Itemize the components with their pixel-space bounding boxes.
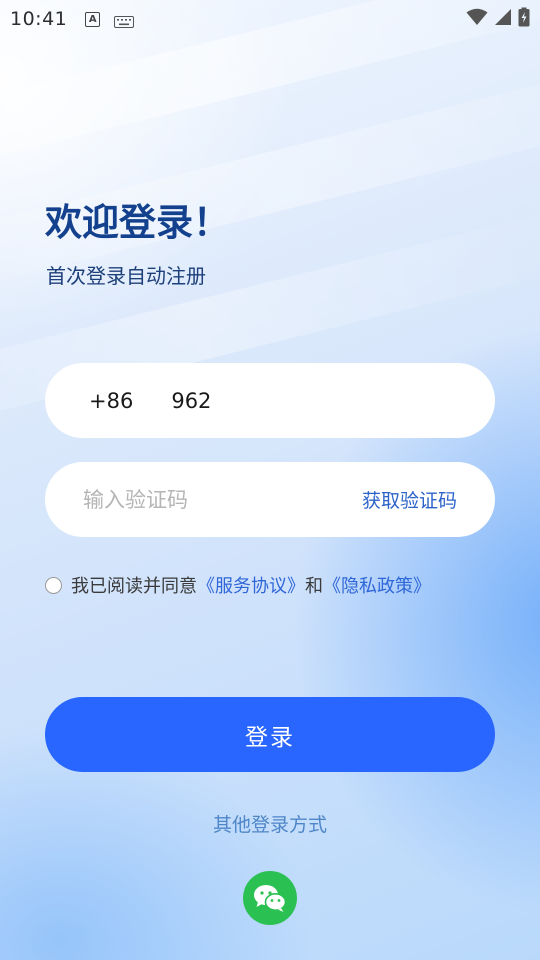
a-notification-icon: A — [85, 11, 101, 27]
wechat-login-button[interactable] — [243, 871, 297, 925]
login-button[interactable]: 登录 — [45, 697, 495, 772]
status-icons — [466, 7, 530, 31]
get-code-button[interactable]: 获取验证码 — [362, 486, 457, 513]
wifi-icon — [466, 8, 488, 30]
other-login-label: 其他登录方式 — [212, 814, 327, 836]
agreement-text: 我已阅读并同意 — [71, 576, 197, 597]
agreement-checkbox[interactable] — [45, 576, 62, 594]
agreement-conjunction: 和 — [305, 576, 323, 597]
agreement-row: 我已阅读并同意 《服务协议》 和 《隐私政策》 — [45, 572, 431, 598]
page-title: 欢迎登录！ — [45, 201, 230, 244]
phone-field[interactable]: +86 — [45, 363, 495, 438]
privacy-policy-link[interactable]: 《隐私政策》 — [323, 572, 431, 598]
keyboard-icon — [114, 13, 135, 28]
status-bar: 10:41 A — [0, 0, 540, 38]
service-agreement-link[interactable]: 《服务协议》 — [197, 572, 305, 598]
verification-code-input[interactable] — [83, 487, 323, 512]
verification-code-field[interactable]: 获取验证码 — [45, 462, 495, 537]
phone-input[interactable] — [171, 388, 472, 413]
country-code-selector[interactable]: +86 — [89, 389, 133, 413]
signal-icon — [494, 8, 512, 30]
wechat-icon — [254, 885, 287, 912]
page-subtitle: 首次登录自动注册 — [46, 264, 206, 288]
status-time: 10:41 — [10, 8, 68, 30]
battery-charging-icon — [518, 7, 530, 31]
